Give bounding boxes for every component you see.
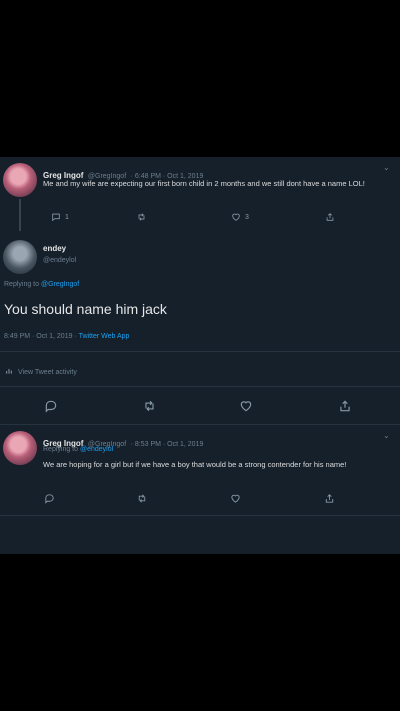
retweet-icon	[136, 212, 147, 222]
retweet-button[interactable]	[136, 212, 147, 222]
avatar[interactable]	[3, 240, 37, 274]
share-button[interactable]	[325, 212, 335, 222]
replying-to-label: Replying to	[4, 281, 40, 288]
reply-button[interactable]: 1	[51, 212, 69, 222]
heart-icon	[239, 399, 253, 413]
timestamp[interactable]: 8:49 PM · Oct 1, 2019 ·	[4, 333, 77, 340]
reply-button[interactable]	[44, 493, 55, 504]
retweet-button[interactable]	[136, 493, 148, 504]
tweet-text: You should name him jack	[4, 301, 167, 317]
share-icon	[338, 399, 352, 413]
heart-icon	[231, 212, 241, 222]
timestamp[interactable]: · 8:53 PM · Oct 1, 2019	[131, 441, 204, 448]
avatar[interactable]	[3, 163, 37, 197]
bar-chart-icon	[5, 367, 13, 377]
retweet-button[interactable]	[142, 399, 157, 413]
share-button[interactable]	[324, 493, 335, 504]
replying-to: Replying to @endeylol	[43, 446, 113, 453]
share-icon	[324, 493, 335, 504]
source-link[interactable]: Twitter Web App	[79, 333, 130, 340]
divider	[0, 386, 400, 387]
reply-button[interactable]	[44, 399, 58, 413]
like-count: 3	[245, 213, 249, 221]
like-button[interactable]	[230, 493, 241, 504]
tweet-thread: Greg Ingof @GregIngof · 6:48 PM · Oct 1,…	[0, 157, 400, 554]
replying-to: Replying to @GregIngof	[4, 281, 79, 288]
avatar[interactable]	[3, 431, 37, 465]
tweet-timestamp: 8:49 PM · Oct 1, 2019 · Twitter Web App	[4, 333, 129, 340]
reply-icon	[44, 493, 55, 504]
handle[interactable]: @endeylol	[43, 257, 76, 264]
thread-line	[19, 199, 21, 231]
view-activity-label: View Tweet activity	[18, 368, 77, 376]
chevron-down-icon[interactable]: ⌄	[383, 163, 390, 172]
divider	[0, 515, 400, 516]
reply-icon	[44, 399, 58, 413]
retweet-icon	[136, 493, 148, 504]
tweet-text: Me and my wife are expecting our first b…	[43, 179, 365, 188]
tweet-text: We are hoping for a girl but if we have …	[43, 460, 347, 469]
divider	[0, 351, 400, 352]
divider	[0, 424, 400, 425]
replying-to-link[interactable]: @GregIngof	[41, 281, 79, 288]
replying-to-link[interactable]: @endeylol	[80, 446, 113, 453]
share-icon	[325, 212, 335, 222]
reply-count: 1	[65, 213, 69, 221]
share-button[interactable]	[338, 399, 352, 413]
like-button[interactable]: 3	[231, 212, 249, 222]
replying-to-label: Replying to	[43, 446, 79, 453]
heart-icon	[230, 493, 241, 504]
view-tweet-activity[interactable]: View Tweet activity	[5, 367, 77, 377]
like-button[interactable]	[239, 399, 253, 413]
reply-icon	[51, 212, 61, 222]
display-name[interactable]: endey	[43, 244, 66, 253]
chevron-down-icon[interactable]: ⌄	[383, 431, 390, 440]
retweet-icon	[142, 399, 157, 413]
